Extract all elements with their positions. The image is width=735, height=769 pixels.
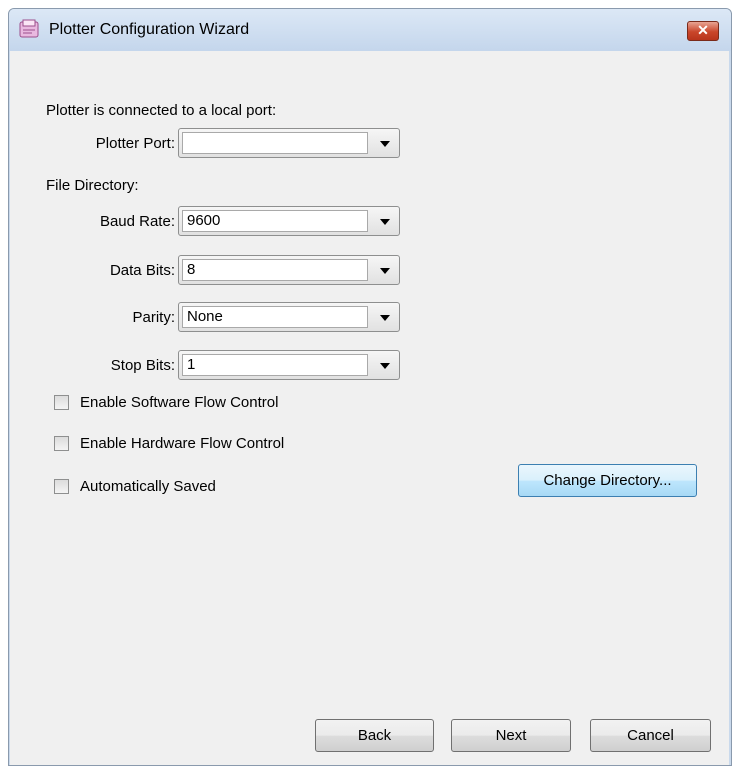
data-bits-label: Data Bits: <box>109 262 175 279</box>
data-bits-value: 8 <box>182 259 368 281</box>
stop-bits-label: Stop Bits: <box>110 357 175 374</box>
close-button[interactable]: ✕ <box>687 21 719 41</box>
chevron-down-icon <box>380 219 390 225</box>
wizard-window: Plotter Configuration Wizard ✕ Plotter i… <box>8 8 732 766</box>
hardware-flow-control-checkbox[interactable] <box>54 436 69 451</box>
data-bits-select[interactable]: 8 <box>178 255 400 285</box>
plotter-port-label: Plotter Port: <box>95 135 175 152</box>
change-directory-button[interactable]: Change Directory... <box>518 464 697 497</box>
plotter-port-select[interactable] <box>178 128 400 158</box>
software-flow-control-checkbox[interactable] <box>54 395 69 410</box>
stop-bits-value: 1 <box>182 354 368 376</box>
file-directory-label: File Directory: <box>46 177 139 194</box>
baud-rate-value: 9600 <box>182 210 368 232</box>
next-button[interactable]: Next <box>451 719 571 752</box>
chevron-down-icon <box>380 315 390 321</box>
parity-select[interactable]: None <box>178 302 400 332</box>
stop-bits-select[interactable]: 1 <box>178 350 400 380</box>
cancel-button[interactable]: Cancel <box>590 719 711 752</box>
plotter-app-icon <box>19 19 39 38</box>
connection-heading: Plotter is connected to a local port: <box>46 102 277 119</box>
baud-rate-label: Baud Rate: <box>99 213 175 230</box>
plotter-port-value <box>182 132 368 154</box>
parity-label: Parity: <box>132 309 175 326</box>
title-bar[interactable]: Plotter Configuration Wizard ✕ <box>9 9 731 51</box>
hardware-flow-control-label: Enable Hardware Flow Control <box>80 435 285 452</box>
back-button[interactable]: Back <box>315 719 434 752</box>
software-flow-control-label: Enable Software Flow Control <box>80 394 279 411</box>
parity-value: None <box>182 306 368 328</box>
close-icon: ✕ <box>697 22 709 38</box>
automatically-saved-checkbox[interactable] <box>54 479 69 494</box>
baud-rate-select[interactable]: 9600 <box>178 206 400 236</box>
automatically-saved-label: Automatically Saved <box>80 478 216 495</box>
window-title: Plotter Configuration Wizard <box>49 21 250 38</box>
wizard-content: Plotter is connected to a local port: Pl… <box>10 51 729 765</box>
chevron-down-icon <box>380 141 390 147</box>
chevron-down-icon <box>380 363 390 369</box>
chevron-down-icon <box>380 268 390 274</box>
